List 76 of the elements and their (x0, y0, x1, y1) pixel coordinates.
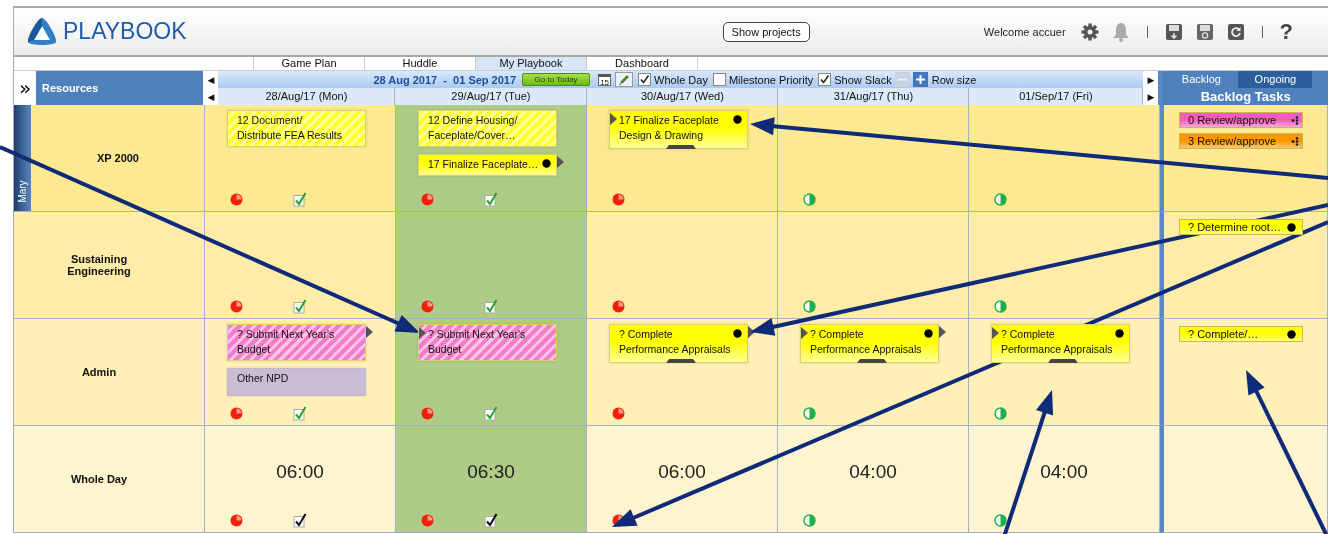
task-card[interactable]: 12 Document/ Distribute FEA Results (227, 110, 366, 147)
welcome-text: Welcome accuer (983, 25, 1066, 38)
backlog-title: Backlog Tasks (1199, 88, 1292, 105)
task-card[interactable]: ? Complete Performance Appraisals (991, 324, 1130, 363)
go-to-today-button[interactable]: Go to Today (522, 73, 591, 86)
next-button[interactable]: ▶ (1143, 71, 1159, 88)
row-size-label: Row size (931, 73, 977, 86)
checkmark-icon[interactable] (293, 299, 307, 314)
arrowhead-icon (1246, 370, 1265, 396)
expand-button[interactable]: » (14, 71, 36, 105)
next-day-button[interactable]: ▶ (1143, 88, 1159, 105)
option-label: Show Slack (834, 73, 892, 86)
task-card[interactable]: 0 Review/approve (1179, 112, 1303, 128)
arrowhead-icon (1036, 390, 1054, 416)
option-label: Milestone Priority (728, 73, 814, 86)
help-icon[interactable]: ? (1279, 20, 1293, 43)
nav-tab[interactable]: My Playbook (475, 57, 586, 70)
row-label: Admin (81, 366, 117, 378)
task-card[interactable]: ? Submit Next Year's Budget (418, 324, 557, 361)
task-card[interactable]: ? Complete Performance Appraisals (609, 324, 748, 363)
nav-tab[interactable]: Game Plan (253, 57, 364, 70)
checkmark-icon[interactable] (484, 192, 498, 207)
row-label: Whole Day (70, 473, 128, 485)
arrowhead-icon (394, 315, 420, 333)
dots-icon[interactable] (1291, 116, 1299, 125)
hours-total: 06:00 (657, 461, 707, 483)
hours-total: 04:00 (848, 461, 898, 483)
dots-icon[interactable] (1291, 137, 1299, 146)
handle-icon[interactable] (1048, 359, 1078, 363)
arrowhead-icon (612, 509, 638, 527)
handle-icon[interactable] (857, 359, 887, 363)
task-card[interactable]: 12 Define Housing/ Faceplate/Cover… (418, 110, 557, 147)
hours-total: 06:00 (275, 461, 325, 483)
nav-tab[interactable]: Dashboard (586, 57, 698, 70)
arrowhead-icon (750, 117, 775, 136)
previous-button[interactable]: ◀ (203, 71, 219, 88)
option-label: Whole Day (654, 73, 708, 86)
settings-icon[interactable] (1080, 22, 1099, 41)
checkmark-icon[interactable] (484, 406, 498, 421)
checkmark-icon[interactable] (293, 406, 307, 421)
checkmark-icon[interactable] (293, 192, 307, 207)
refresh-icon[interactable] (1226, 22, 1245, 41)
task-card[interactable]: 3 Review/approve (1179, 133, 1303, 149)
checkbox[interactable] (818, 73, 832, 86)
task-card[interactable]: ? Submit Next Year's Budget (227, 324, 366, 361)
edit-button[interactable] (615, 72, 634, 87)
plus-button[interactable] (912, 72, 928, 87)
checkbox[interactable] (638, 73, 652, 86)
logo-icon (26, 16, 58, 47)
checkmark-icon[interactable] (484, 299, 498, 314)
handle-icon[interactable] (666, 145, 696, 149)
previous-day-button[interactable]: ◀ (203, 88, 219, 105)
checkbox[interactable] (712, 73, 726, 86)
checkmark-icon[interactable] (293, 513, 307, 528)
backlog-tab[interactable]: Ongoing (1238, 71, 1313, 88)
owner-name: Mary (17, 180, 28, 203)
pencil-icon (618, 73, 631, 86)
resources-title: Resources (42, 82, 99, 94)
task-card[interactable]: 17 Finalize Faceplate… (418, 154, 557, 176)
show-projects-button[interactable]: Show projects (722, 21, 810, 42)
handle-icon[interactable] (666, 359, 696, 363)
calendar-button[interactable]: 15 (598, 73, 612, 86)
task-card[interactable]: Other NPD (227, 368, 366, 396)
task-card[interactable]: ? Complete/… (1179, 326, 1303, 342)
task-card[interactable]: ? Complete Performance Appraisals (800, 324, 939, 363)
task-card[interactable]: 17 Finalize Faceplate Design & Drawing (609, 110, 748, 149)
date-range: 28 Aug 2017 - 01 Sep 2017 (373, 73, 517, 86)
checkmark-icon[interactable] (484, 513, 498, 528)
hours-total: 04:00 (1039, 461, 1089, 483)
task-card[interactable]: ? Determine root… (1179, 219, 1303, 235)
hours-total: 06:30 (466, 461, 516, 483)
row-label: XP 2000 (97, 152, 139, 164)
row-label: Sustaining Engineering (67, 253, 131, 277)
save-icon[interactable] (1195, 22, 1214, 41)
save-icon[interactable] (1164, 22, 1183, 41)
logo-text: PLAYBOOK (63, 18, 187, 45)
